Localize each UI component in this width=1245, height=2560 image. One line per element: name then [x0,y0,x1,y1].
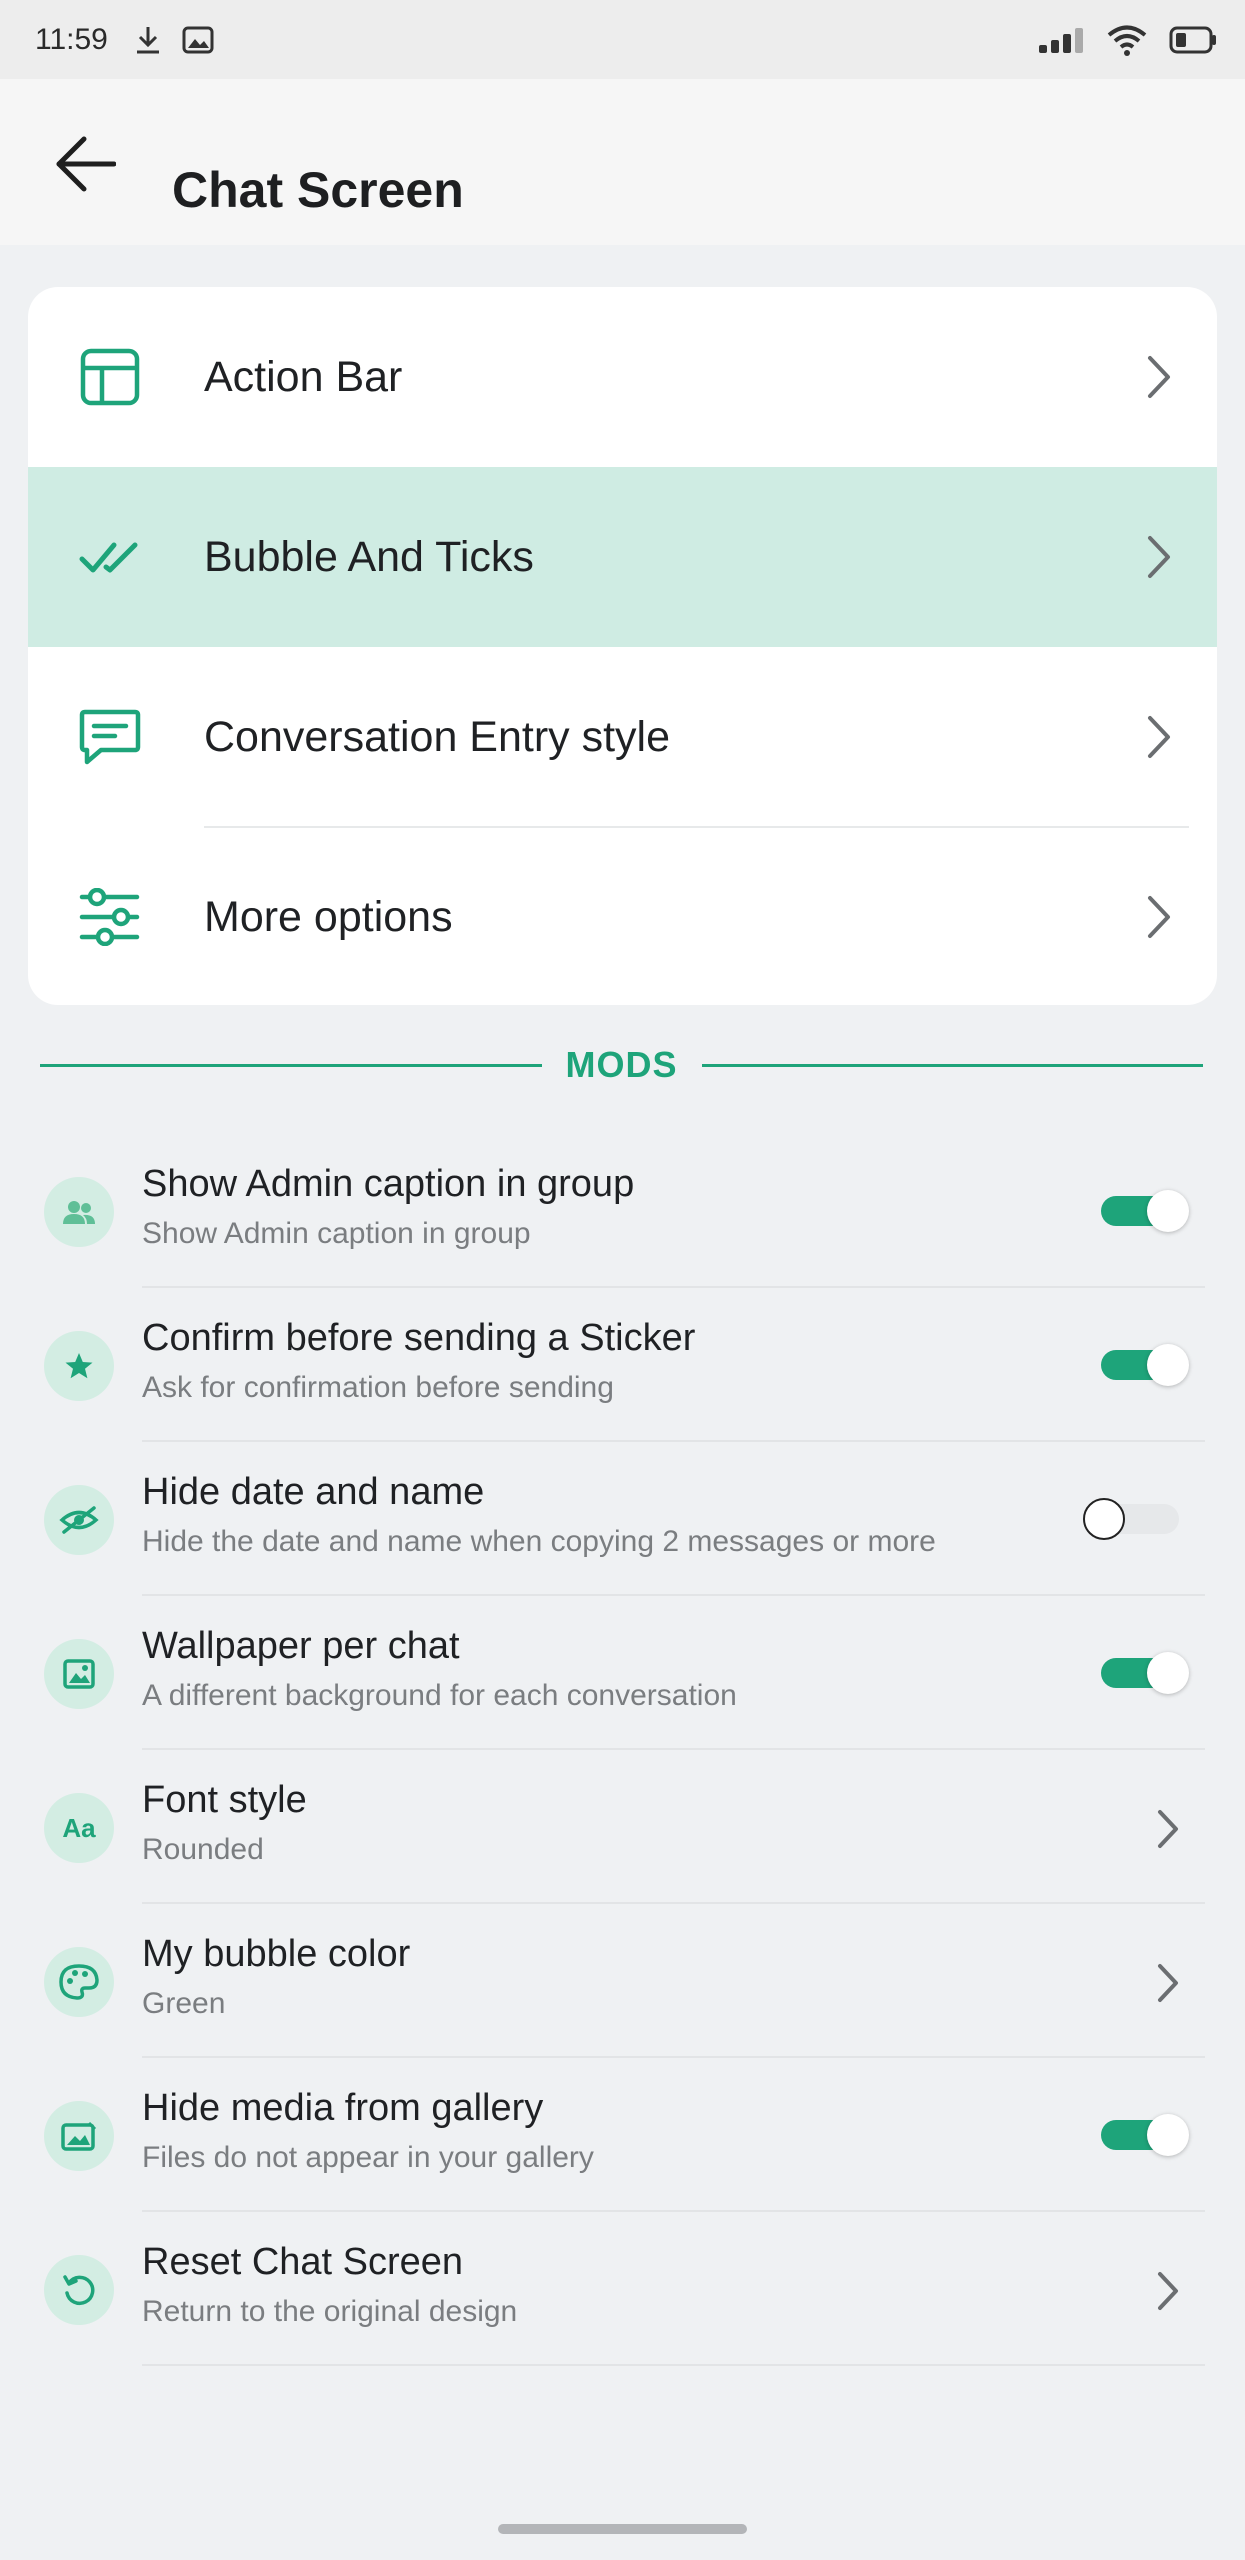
status-time: 11:59 [35,22,108,56]
chevron-right-icon [1139,887,1179,947]
star-icon [44,1331,114,1401]
setting-title: Font style [142,1779,307,1821]
setting-subtitle: Ask for confirmation before sending [142,1371,614,1404]
setting-title: Confirm before sending a Sticker [142,1317,696,1359]
page-title: Chat Screen [172,162,464,218]
toggle-switch[interactable] [1083,1498,1179,1540]
setting-subtitle: Files do not appear in your gallery [142,2141,594,2174]
nav-item-label: More options [204,892,453,941]
setting-title: Hide date and name [142,1471,485,1513]
setting-title: Show Admin caption in group [142,1163,635,1205]
setting-confirm-sticker[interactable]: Confirm before sending a Sticker Ask for… [0,1287,1245,1442]
setting-title: Reset Chat Screen [142,2241,464,2283]
setting-bubble-color[interactable]: My bubble color Green [0,1903,1245,2058]
toggle-switch[interactable] [1101,1344,1191,1386]
nav-item-more-options[interactable]: More options [28,827,1217,1005]
setting-font-style[interactable]: Aa Font style Rounded [0,1749,1245,1904]
font-icon: Aa [44,1793,114,1863]
wallpaper-icon [44,1639,114,1709]
eye-off-icon [44,1485,114,1555]
section-title: MODS [565,1044,678,1085]
wifi-icon [1107,24,1147,56]
double-check-icon [78,525,142,589]
setting-wallpaper-per-chat[interactable]: Wallpaper per chat A different backgroun… [0,1595,1245,1750]
nav-item-label: Conversation Entry style [204,712,671,761]
setting-subtitle: Show Admin caption in group [142,1217,531,1250]
toggle-switch[interactable] [1101,1652,1191,1694]
font-icon-text: Aa [62,1812,96,1843]
chevron-right-icon [1153,2266,1183,2316]
status-bar: 11:59 [0,0,1245,79]
toggle-switch[interactable] [1101,2114,1191,2156]
setting-title: Hide media from gallery [142,2087,544,2129]
section-divider [40,1063,542,1067]
users-icon [44,1177,114,1247]
nav-item-label: Action Bar [204,352,403,401]
nav-item-action-bar[interactable]: Action Bar [28,287,1217,467]
setting-title: Wallpaper per chat [142,1625,460,1667]
palette-icon [44,1947,114,2017]
chevron-right-icon [1139,347,1179,407]
message-icon [78,705,142,769]
sliders-icon [78,885,142,949]
row-divider [142,2364,1205,2366]
toggle-switch[interactable] [1101,1190,1191,1232]
layout-icon [78,345,142,409]
setting-hide-date-name[interactable]: Hide date and name Hide the date and nam… [0,1441,1245,1596]
setting-reset-chat-screen[interactable]: Reset Chat Screen Return to the original… [0,2211,1245,2366]
battery-icon [1169,26,1217,54]
setting-show-admin-caption[interactable]: Show Admin caption in group Show Admin c… [0,1133,1245,1288]
nav-item-bubble-and-ticks[interactable]: Bubble And Ticks [28,467,1217,647]
chevron-right-icon [1139,707,1179,767]
chevron-right-icon [1153,1804,1183,1854]
chevron-right-icon [1153,1958,1183,2008]
setting-subtitle: Hide the date and name when copying 2 me… [142,1525,936,1558]
setting-subtitle: Rounded [142,1833,264,1866]
signal-icon [1039,27,1085,53]
nav-card: Action Bar Bubble And Ticks Conversation… [28,287,1217,1005]
arrow-left-icon [54,135,117,198]
setting-subtitle: Return to the original design [142,2295,518,2328]
chevron-right-icon [1139,527,1179,587]
back-button[interactable] [50,131,120,201]
download-icon [134,25,162,55]
section-header: MODS [40,1040,1203,1090]
image-icon [182,25,214,55]
app-bar: Chat Screen [0,79,1245,245]
home-indicator[interactable] [498,2524,747,2534]
nav-item-label: Bubble And Ticks [204,532,534,581]
section-divider [701,1063,1203,1067]
gallery-icon [44,2101,114,2171]
reset-icon [44,2255,114,2325]
setting-subtitle: Green [142,1987,226,2020]
setting-subtitle: A different background for each conversa… [142,1679,737,1712]
setting-hide-media-gallery[interactable]: Hide media from gallery Files do not app… [0,2057,1245,2212]
setting-title: My bubble color [142,1933,411,1975]
nav-item-conversation-entry-style[interactable]: Conversation Entry style [28,647,1217,827]
